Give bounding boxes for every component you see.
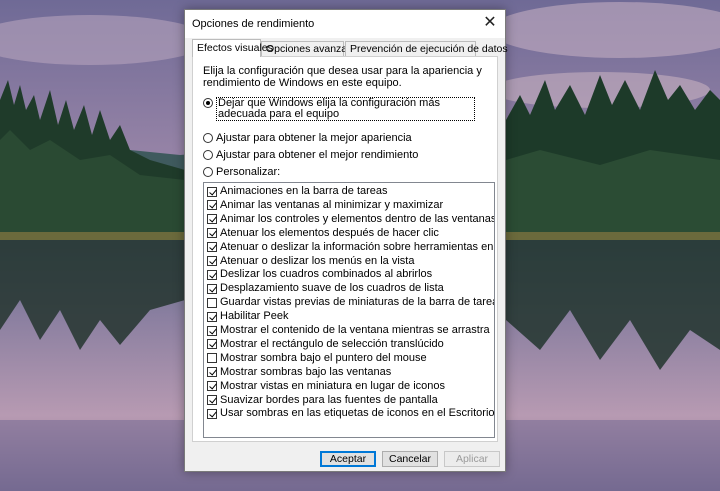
checkbox-label: Animar los controles y elementos dentro … <box>220 212 495 225</box>
effect-checkbox-item[interactable]: Mostrar sombra bajo el puntero del mouse <box>207 352 427 365</box>
checkbox[interactable] <box>207 325 217 336</box>
radio-label: Personalizar: <box>216 166 281 178</box>
checkbox[interactable] <box>207 311 217 322</box>
checkbox-label: Atenuar los elementos después de hacer c… <box>220 226 439 239</box>
checkbox[interactable] <box>207 367 217 378</box>
checkbox[interactable] <box>207 214 217 225</box>
radio-custom[interactable]: Personalizar: <box>203 166 280 180</box>
checkbox-label: Mostrar el contenido de la ventana mient… <box>220 324 490 336</box>
checkbox[interactable] <box>207 269 217 280</box>
checkbox[interactable] <box>207 186 217 197</box>
checkbox[interactable] <box>207 283 217 294</box>
effect-checkbox-item[interactable]: Animar los controles y elementos dentro … <box>207 212 495 226</box>
checkbox[interactable] <box>207 395 217 405</box>
close-icon[interactable]: ✕ <box>475 10 505 38</box>
cancel-button[interactable]: Cancelar <box>382 451 438 467</box>
checkbox[interactable] <box>207 297 217 308</box>
effect-checkbox-item[interactable]: Guardar vistas previas de miniaturas de … <box>207 296 495 309</box>
effect-checkbox-item[interactable]: Mostrar el contenido de la ventana mient… <box>207 324 490 337</box>
radio-label: Ajustar para obtener el mejor rendimient… <box>216 149 419 161</box>
effect-checkbox-item[interactable]: Deslizar los cuadros combinados al abrir… <box>207 268 432 281</box>
checkbox[interactable] <box>207 256 217 266</box>
effect-checkbox-item[interactable]: Atenuar los elementos después de hacer c… <box>207 227 439 240</box>
apply-button[interactable]: Aplicar <box>444 451 500 467</box>
dialog-title: Opciones de rendimiento <box>192 18 315 30</box>
effect-checkbox-item[interactable]: Habilitar Peek <box>207 310 288 323</box>
description-text: Elija la configuración que desea usar pa… <box>203 65 482 89</box>
ok-button[interactable]: Aceptar <box>320 451 376 467</box>
checkbox[interactable] <box>207 408 217 419</box>
checkbox-label: Habilitar Peek <box>220 310 289 323</box>
checkbox-label: Suavizar bordes para las fuentes de pant… <box>220 393 438 406</box>
radio-best-performance[interactable]: Ajustar para obtener el mejor rendimient… <box>203 149 418 163</box>
checkbox-label: Mostrar el rectángulo de selección trans… <box>220 337 444 350</box>
effect-checkbox-item[interactable]: Mostrar sombras bajo las ventanas <box>207 366 391 379</box>
checkbox-label: Atenuar o deslizar los menús en la vista <box>220 254 415 267</box>
effect-checkbox-item[interactable]: Desplazamiento suave de los cuadros de l… <box>207 282 444 295</box>
radio-label: Dejar que Windows elija la configuración… <box>216 97 475 121</box>
checkbox-label: Guardar vistas previas de miniaturas de … <box>220 296 495 309</box>
checkbox-label: Animar las ventanas al minimizar y maxim… <box>220 198 444 211</box>
checkbox-label: Mostrar sombras bajo las ventanas <box>220 365 392 378</box>
title-bar[interactable]: Opciones de rendimiento ✕ <box>185 10 505 38</box>
checkbox[interactable] <box>207 381 217 392</box>
checkbox[interactable] <box>207 200 217 211</box>
checkbox[interactable] <box>207 228 217 239</box>
radio-label: Ajustar para obtener la mejor apariencia <box>216 132 412 144</box>
effect-checkbox-item[interactable]: Suavizar bordes para las fuentes de pant… <box>207 394 438 407</box>
effect-checkbox-item[interactable]: Animaciones en la barra de tareas <box>207 185 388 198</box>
checkbox-label: Desplazamiento suave de los cuadros de l… <box>220 282 444 295</box>
radio-button[interactable] <box>203 133 213 143</box>
checkbox-label: Mostrar vistas en miniatura en lugar de … <box>220 379 445 392</box>
radio-let-windows-choose[interactable]: Dejar que Windows elija la configuración… <box>203 97 475 121</box>
checkbox-label: Deslizar los cuadros combinados al abrir… <box>220 268 433 281</box>
tab-visual-effects[interactable]: Efectos visuales <box>192 39 273 57</box>
radio-button[interactable] <box>203 150 213 160</box>
effect-checkbox-item[interactable]: Animar las ventanas al minimizar y maxim… <box>207 199 443 212</box>
radio-button[interactable] <box>203 167 213 177</box>
effect-checkbox-item[interactable]: Mostrar vistas en miniatura en lugar de … <box>207 380 445 393</box>
radio-best-appearance[interactable]: Ajustar para obtener la mejor apariencia <box>203 132 412 146</box>
radio-button[interactable] <box>203 98 213 108</box>
effect-checkbox-item[interactable]: Usar sombras en las etiquetas de iconos … <box>207 407 495 420</box>
checkbox[interactable] <box>207 353 217 364</box>
performance-options-dialog: Opciones de rendimiento ✕ Efectos visual… <box>184 9 508 472</box>
effect-checkbox-item[interactable]: Atenuar o deslizar la información sobre … <box>207 240 494 254</box>
tab-advanced-options[interactable]: Opciones avanzadas <box>261 41 364 56</box>
visual-effects-panel: Elija la configuración que desea usar pa… <box>192 56 498 442</box>
checkbox[interactable] <box>207 242 217 253</box>
checkbox-label: Animaciones en la barra de tareas <box>220 185 388 197</box>
checkbox[interactable] <box>207 339 217 350</box>
effect-checkbox-item[interactable]: Mostrar el rectángulo de selección trans… <box>207 338 444 351</box>
effects-checkbox-list[interactable]: Animaciones en la barra de tareas Animar … <box>203 182 495 438</box>
checkbox-label: Atenuar o deslizar la información sobre … <box>220 240 494 253</box>
effect-checkbox-item[interactable]: Atenuar o deslizar los menús en la vista <box>207 255 414 268</box>
checkbox-label: Usar sombras en las etiquetas de iconos … <box>220 407 495 420</box>
tab-data-execution-prevention[interactable]: Prevención de ejecución de datos <box>345 41 508 56</box>
checkbox-label: Mostrar sombra bajo el puntero del mouse <box>220 351 427 364</box>
